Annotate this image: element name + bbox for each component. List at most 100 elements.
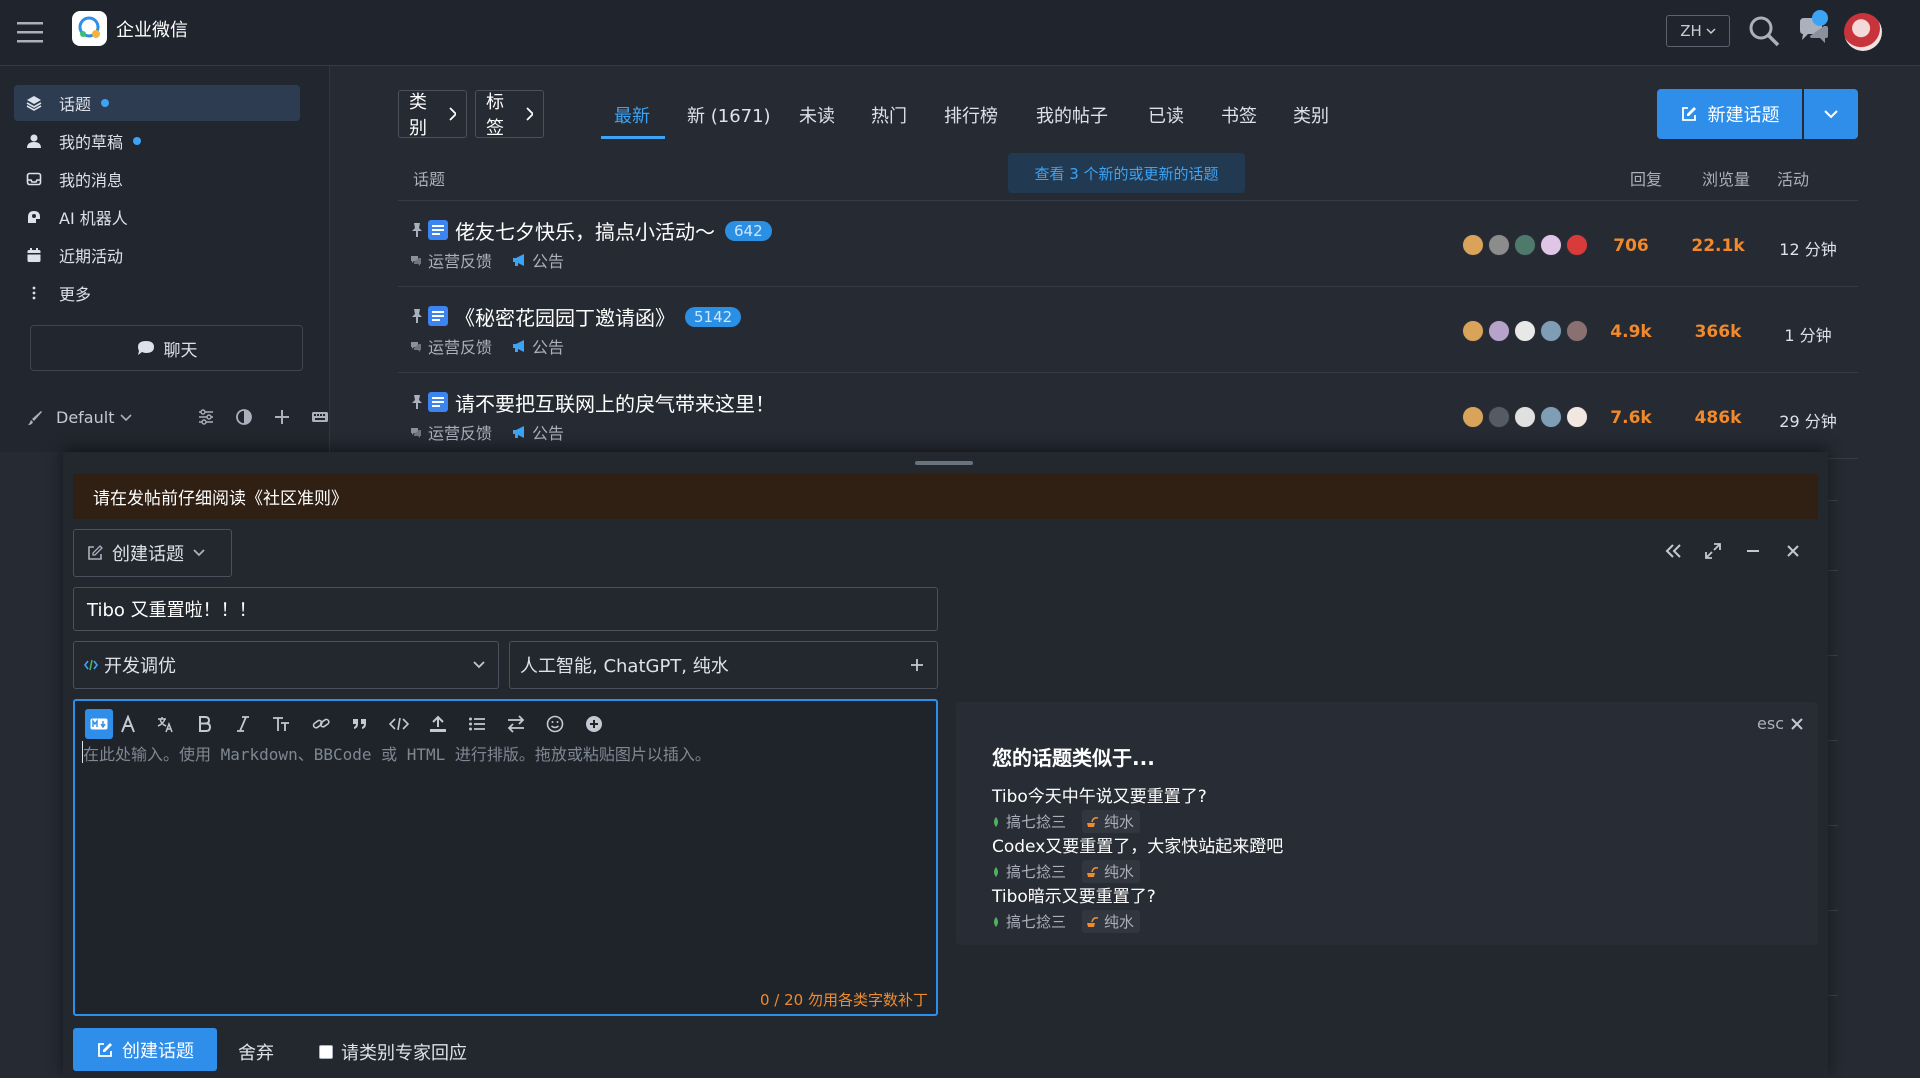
emoji-icon[interactable] — [535, 709, 574, 739]
sliders-icon[interactable] — [197, 408, 215, 426]
translate-icon[interactable] — [145, 709, 184, 739]
bullet-list-icon[interactable] — [457, 709, 496, 739]
minimize-icon[interactable] — [1744, 542, 1762, 560]
avatar[interactable] — [1540, 406, 1562, 428]
sidebar-item-drafts[interactable]: 我的草稿 — [14, 123, 300, 159]
sidebar-item-ai-bot[interactable]: AI 机器人 — [14, 199, 300, 235]
similar-topic-title[interactable]: Tibo今天中午说又要重置了? — [992, 782, 1207, 807]
new-topic-dropdown[interactable] — [1804, 89, 1858, 139]
tab-latest[interactable]: 最新 — [614, 102, 650, 128]
topic-title[interactable]: 请不要把互联网上的戾气带来这里！ — [455, 388, 775, 417]
new-topic-button[interactable]: 新建话题 — [1657, 89, 1802, 139]
chat-button[interactable]: 聊天 — [30, 325, 303, 371]
link-icon[interactable] — [301, 709, 340, 739]
wecom-logo-icon[interactable] — [72, 11, 107, 46]
topic-title-input[interactable]: Tibo 又重置啦！！！ — [73, 587, 938, 631]
category-label[interactable]: 搞七捻三 — [1006, 811, 1066, 832]
tag-announcement[interactable]: 公告 — [512, 248, 564, 272]
search-icon[interactable] — [1747, 14, 1781, 48]
avatar[interactable] — [1566, 234, 1588, 256]
column-header-views[interactable]: 浏览量 — [1702, 166, 1750, 190]
tab-hot[interactable]: 热门 — [871, 102, 907, 128]
topic-title[interactable]: 《秘密花园园丁邀请函》 5142 — [455, 302, 742, 331]
tab-new[interactable]: 新 (1671) — [687, 102, 771, 128]
rich-text-mode-icon[interactable] — [117, 709, 139, 739]
similar-close[interactable]: esc — [1757, 714, 1804, 733]
activity-time[interactable]: 29 分钟 — [1768, 408, 1848, 432]
reply-count[interactable]: 4.9k — [1606, 322, 1656, 342]
brand-name[interactable]: 企业微信 — [116, 16, 188, 42]
sidebar-item-recent-activity[interactable]: 近期活动 — [14, 237, 300, 273]
composer-resize-grip[interactable] — [915, 461, 973, 465]
user-avatar[interactable] — [1844, 13, 1882, 51]
plus-icon[interactable] — [273, 408, 291, 426]
checkbox-box[interactable] — [319, 1045, 333, 1059]
composer-action-dropdown[interactable]: 创建话题 — [73, 529, 232, 577]
table-row[interactable]: 请不要把互联网上的戾气带来这里！ 运营反馈 公告 7.6k 486k 29 分钟 — [398, 374, 1858, 458]
tag-select[interactable]: 人工智能, ChatGPT, 纯水 — [509, 641, 938, 689]
category-filter-button[interactable]: 类别 — [398, 90, 467, 139]
sidebar-item-topics[interactable]: 话题 — [14, 85, 300, 121]
double-chevron-left-icon[interactable] — [1664, 542, 1682, 560]
heading-icon[interactable] — [262, 709, 301, 739]
category-label[interactable]: 运营反馈 — [428, 420, 492, 444]
activity-time[interactable]: 1 分钟 — [1768, 322, 1848, 346]
close-icon[interactable] — [1784, 542, 1802, 560]
category-label[interactable]: 运营反馈 — [428, 248, 492, 272]
column-header-activity[interactable]: 活动 — [1777, 166, 1809, 190]
tag-announcement[interactable]: 公告 — [512, 420, 564, 444]
table-row[interactable]: 《秘密花园园丁邀请函》 5142 运营反馈 公告 4.9k 366k 1 分钟 — [398, 288, 1858, 372]
sidebar-item-messages[interactable]: 我的消息 — [14, 161, 300, 197]
avatar[interactable] — [1488, 234, 1510, 256]
tab-unread[interactable]: 未读 — [799, 102, 835, 128]
avatar[interactable] — [1514, 320, 1536, 342]
tab-bookmarks[interactable]: 书签 — [1221, 102, 1257, 128]
activity-time[interactable]: 12 分钟 — [1768, 236, 1848, 260]
category-label[interactable]: 搞七捻三 — [1006, 861, 1066, 882]
upload-icon[interactable] — [418, 709, 457, 739]
sidebar-item-more[interactable]: 更多 — [14, 275, 300, 311]
avatar[interactable] — [1540, 320, 1562, 342]
avatar[interactable] — [1462, 234, 1484, 256]
contrast-icon[interactable] — [235, 408, 253, 426]
avatar[interactable] — [1488, 320, 1510, 342]
tag-chip[interactable]: 纯水 — [1082, 910, 1141, 933]
reply-count[interactable]: 7.6k — [1606, 408, 1656, 428]
category-select[interactable]: 开发调优 — [73, 641, 499, 689]
avatar[interactable] — [1540, 234, 1562, 256]
quote-icon[interactable] — [340, 709, 379, 739]
expert-reply-checkbox[interactable]: 请类别专家回应 — [319, 1039, 467, 1065]
hamburger-menu-icon[interactable] — [14, 16, 46, 48]
avatar[interactable] — [1514, 234, 1536, 256]
avatar[interactable] — [1514, 406, 1536, 428]
theme-selector[interactable]: Default — [26, 408, 133, 427]
tab-leaderboard[interactable]: 排行榜 — [944, 102, 998, 128]
avatar[interactable] — [1566, 406, 1588, 428]
discard-button[interactable]: 舍弃 — [238, 1039, 274, 1065]
create-topic-submit-button[interactable]: 创建话题 — [73, 1028, 217, 1071]
tag-announcement[interactable]: 公告 — [512, 334, 564, 358]
bold-icon[interactable] — [184, 709, 223, 739]
avatar[interactable] — [1462, 320, 1484, 342]
markdown-mode-icon[interactable] — [85, 709, 113, 739]
similar-topic-title[interactable]: Codex又要重置了，大家快站起来蹬吧 — [992, 832, 1283, 857]
tag-chip[interactable]: 纯水 — [1082, 810, 1141, 833]
post-editor[interactable]: 在此处输入。使用 Markdown、BBCode 或 HTML 进行排版。拖放或… — [73, 699, 938, 1016]
tab-categories[interactable]: 类别 — [1293, 102, 1329, 128]
tag-filter-button[interactable]: 标签 — [475, 90, 544, 139]
new-topics-banner[interactable]: 查看 3 个新的或更新的话题 — [1008, 153, 1245, 193]
tab-read[interactable]: 已读 — [1148, 102, 1184, 128]
category-label[interactable]: 运营反馈 — [428, 334, 492, 358]
topic-title[interactable]: 佬友七夕快乐，搞点小活动～ 642 — [455, 216, 772, 245]
swap-icon[interactable] — [496, 709, 535, 739]
column-header-topic[interactable]: 话题 — [413, 166, 445, 190]
list-item[interactable]: Tibo今天中午说又要重置了? 搞七捻三 纯水 — [992, 782, 1207, 833]
tab-my-posts[interactable]: 我的帖子 — [1036, 102, 1108, 128]
avatar[interactable] — [1566, 320, 1588, 342]
italic-icon[interactable] — [223, 709, 262, 739]
reply-count[interactable]: 706 — [1606, 236, 1656, 256]
add-circle-icon[interactable] — [574, 709, 613, 739]
category-label[interactable]: 搞七捻三 — [1006, 911, 1066, 932]
avatar[interactable] — [1488, 406, 1510, 428]
table-row[interactable]: 佬友七夕快乐，搞点小活动～ 642 运营反馈 公告 706 22.1k 12 分钟 — [398, 202, 1858, 286]
